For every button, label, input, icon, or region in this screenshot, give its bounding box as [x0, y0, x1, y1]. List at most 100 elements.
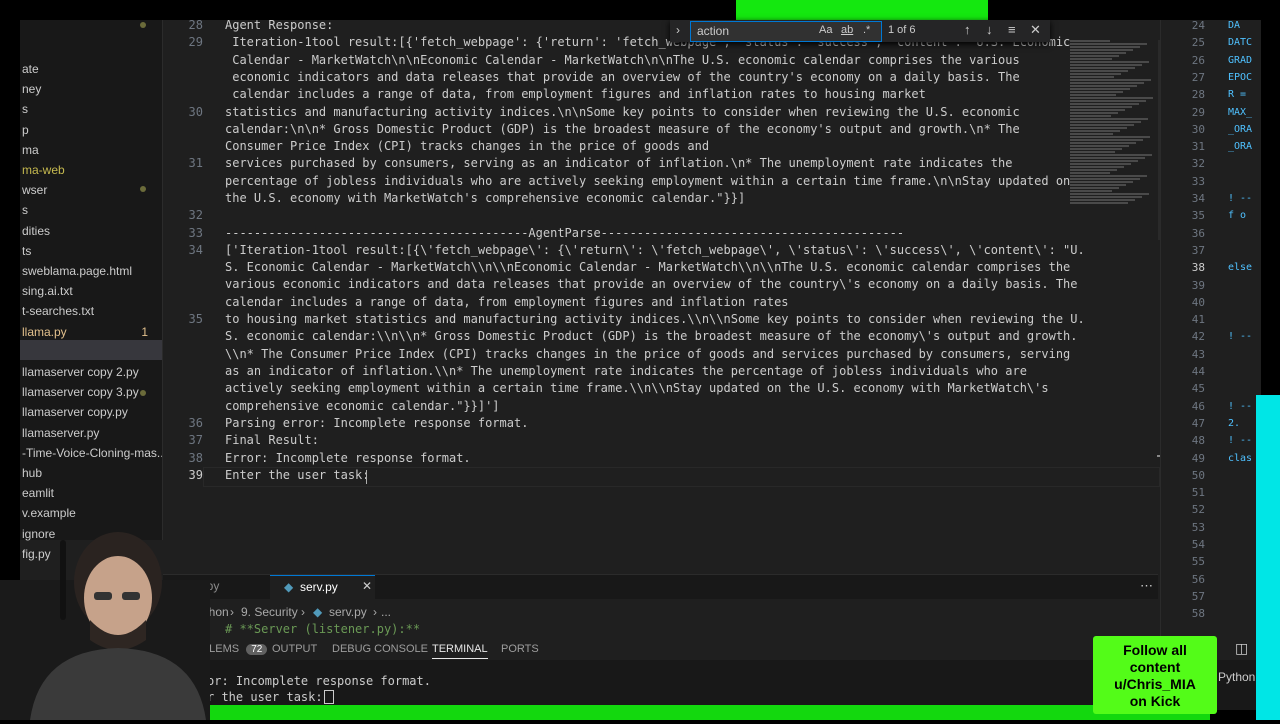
explorer-item[interactable]: ate [20, 59, 162, 79]
line-number: 51 [1191, 486, 1205, 500]
minimap-line [1070, 64, 1142, 66]
line-number: 32 [1191, 157, 1205, 171]
code-fragment: _ORA [1228, 141, 1253, 153]
python-file-icon: ◆ [313, 605, 323, 619]
code-line: services purchased by consumers, serving… [225, 156, 1071, 205]
minimap-line [1070, 40, 1110, 42]
minimap-line [1070, 184, 1126, 186]
line-number: 33 [1191, 174, 1205, 188]
explorer-item[interactable]: p [20, 120, 162, 140]
find-input[interactable]: action Aa ab .* [690, 21, 882, 42]
minimap-line [1070, 175, 1147, 177]
minimap-line [1070, 109, 1125, 111]
terminal-shell-label[interactable]: Python [1218, 670, 1255, 684]
breadcrumb-security[interactable]: 9. Security [241, 605, 298, 619]
close-icon[interactable]: ✕ [362, 579, 372, 593]
explorer-item-label: t-searches.txt [22, 304, 95, 319]
minimap-line [1070, 115, 1111, 117]
explorer-item[interactable]: llamaserver.py [20, 423, 162, 443]
tab-debug-console[interactable]: DEBUG CONSOLE [332, 643, 428, 655]
explorer-item[interactable]: eamlit [20, 483, 162, 503]
line-number: 43 [1191, 347, 1205, 361]
explorer-item[interactable]: ts [20, 241, 162, 261]
line-number: 33 [188, 225, 203, 240]
explorer-item[interactable]: ma-web [20, 160, 162, 180]
tab-terminal[interactable]: TERMINAL [432, 643, 488, 659]
minimap-line [1070, 142, 1136, 144]
line-number: 35 [188, 312, 203, 327]
line-number: 27 [1191, 70, 1205, 84]
line-number: 39 [188, 467, 203, 482]
minimap-line [1070, 130, 1120, 132]
line-number: 38 [1191, 261, 1205, 275]
find-in-selection-icon[interactable]: ≡ [1008, 22, 1016, 37]
modified-dot-icon [140, 22, 146, 28]
explorer-item[interactable]: llamaserver copy 2.py [20, 362, 162, 382]
explorer-item[interactable]: s [20, 200, 162, 220]
more-actions-icon[interactable]: ⋯ [1140, 578, 1153, 594]
explorer-item[interactable]: sweblama.page.html [20, 261, 162, 281]
regex-icon[interactable]: .* [863, 24, 870, 36]
explorer-item-label: wser [22, 183, 48, 198]
match-whole-word-icon[interactable]: ab [841, 24, 853, 36]
code-fragment: _ORA [1228, 123, 1253, 135]
tab-ports[interactable]: PORTS [501, 643, 539, 655]
code-line: Final Result: [225, 433, 319, 448]
follow-line: u/Chris_MIA [1114, 676, 1196, 692]
breadcrumb-more[interactable]: ... [381, 605, 391, 619]
minimap[interactable] [1068, 40, 1156, 210]
line-number: 56 [1191, 572, 1205, 586]
tab-output[interactable]: OUTPUT [272, 643, 317, 655]
code-fragment: clas [1228, 452, 1253, 464]
arrow-down-icon[interactable]: ↓ [986, 22, 993, 37]
minimap-line [1070, 55, 1119, 57]
explorer-item[interactable]: llamaserver copy.py [20, 402, 162, 422]
line-number: 34 [1191, 192, 1205, 205]
minimap-line [1070, 124, 1134, 126]
breadcrumb-file[interactable]: serv.py [329, 605, 367, 619]
explorer-item-label: dities [22, 223, 51, 238]
line-number: 38 [188, 450, 203, 465]
explorer-item[interactable]: t-searches.txt [20, 301, 162, 321]
code-line: ----------------------------------------… [225, 225, 905, 240]
explorer-item[interactable]: s [20, 99, 162, 119]
minimap-line [1070, 46, 1140, 48]
line-number: 53 [1191, 520, 1205, 534]
explorer-item[interactable]: dities [20, 221, 162, 241]
explorer-item-label: s [22, 203, 28, 218]
explorer-item[interactable]: hub [20, 463, 162, 483]
panel-layout-icon[interactable]: ◫ [1235, 640, 1248, 657]
explorer-item[interactable]: ma [20, 140, 162, 160]
line-number: 46 [1191, 399, 1205, 413]
tab-serv-py[interactable]: ◆ serv.py ✕ [270, 575, 375, 600]
minimap-line [1070, 160, 1138, 162]
explorer-item[interactable]: llama.py 1 [20, 322, 162, 342]
modified-dot-icon [140, 186, 146, 192]
line-number: 41 [1191, 313, 1205, 327]
minimap-line [1070, 145, 1129, 147]
chevron-right-icon: › [301, 605, 305, 619]
line-number: 50 [1191, 468, 1205, 482]
minimap-line [1070, 154, 1152, 156]
close-icon[interactable]: ✕ [1030, 22, 1041, 38]
text-cursor [366, 470, 367, 484]
explorer-item-label: ts [22, 243, 32, 258]
explorer-item[interactable]: sing.ai.txt [20, 281, 162, 301]
line-number: 37 [188, 433, 203, 448]
code-line: ['Iteration-1tool result:[{\'fetch_webpa… [225, 242, 1085, 309]
stream-green-bar-bottom [210, 705, 1210, 720]
line-number: 32 [188, 208, 203, 223]
minimap-line [1070, 193, 1149, 195]
line-number: 55 [1191, 555, 1205, 569]
code-fragment: DA [1228, 20, 1241, 31]
code-fragment: EPOC [1228, 71, 1253, 83]
explorer-item[interactable]: -Time-Voice-Cloning-mas... [20, 443, 162, 463]
match-case-icon[interactable]: Aa [819, 24, 832, 36]
minimap-line [1070, 199, 1135, 201]
minimap-line [1070, 76, 1114, 78]
explorer-item[interactable]: ney [20, 79, 162, 99]
line-number: 44 [1191, 365, 1205, 378]
minimap-line [1070, 121, 1141, 123]
chevron-right-icon[interactable]: › [676, 23, 680, 37]
arrow-up-icon[interactable]: ↑ [964, 22, 971, 37]
